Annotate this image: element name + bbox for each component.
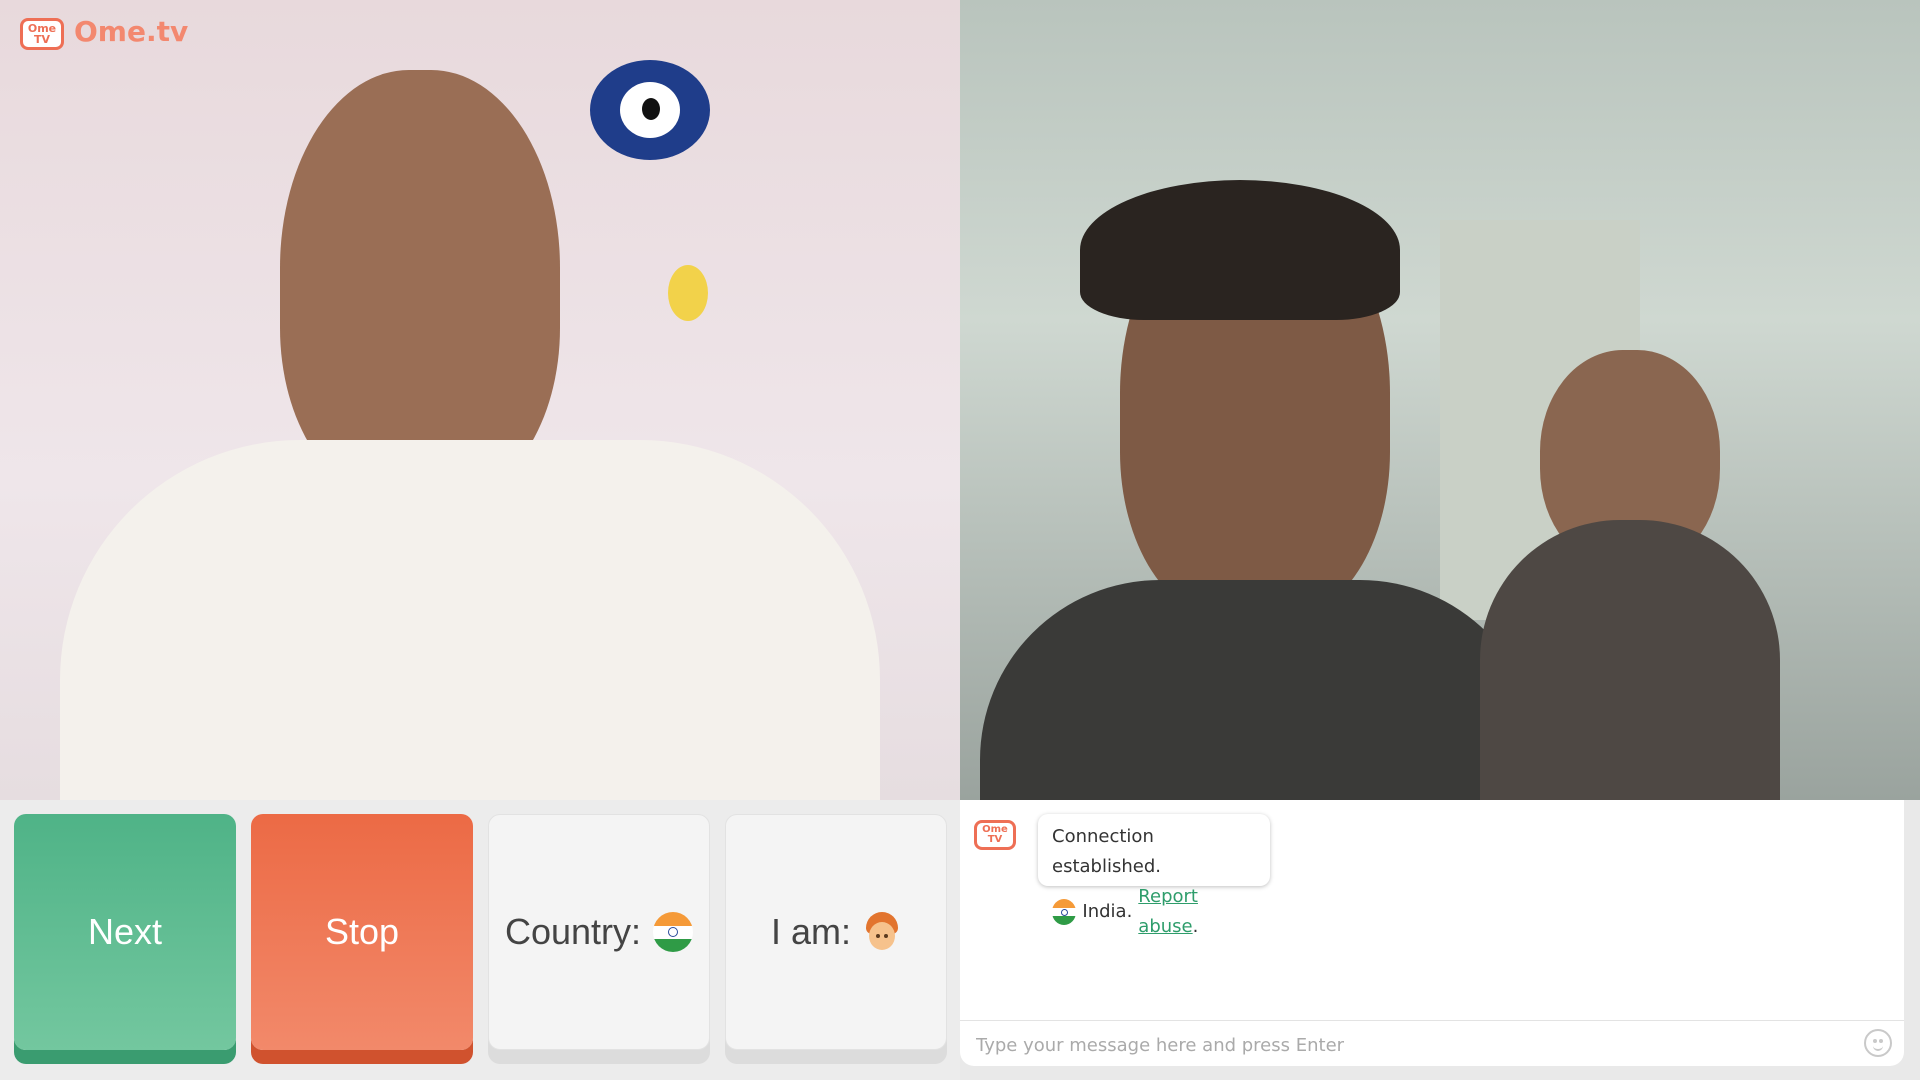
system-message: Connection established. India. Report abu… xyxy=(1038,814,1270,937)
chat-input-row xyxy=(960,1020,1904,1067)
ometv-logo[interactable]: Ome TV Ome.tv xyxy=(18,10,188,52)
local-person-shirt xyxy=(60,440,880,800)
country-selector[interactable]: Country: xyxy=(488,814,710,1050)
report-period: . xyxy=(1192,916,1199,937)
message-input[interactable] xyxy=(974,1029,1818,1061)
next-button[interactable]: Next xyxy=(14,814,236,1050)
remote-video xyxy=(960,0,1920,800)
control-bar: Next Stop Country: I am: xyxy=(0,800,960,1080)
local-person-head xyxy=(280,70,560,500)
partner-country: India. xyxy=(1082,901,1133,922)
india-flag-icon xyxy=(653,912,694,952)
second-person-hoodie xyxy=(1480,520,1780,800)
report-abuse-link[interactable]: Report abuse xyxy=(1138,886,1198,937)
stop-label: Stop xyxy=(324,911,400,952)
logo-text: Ome.tv xyxy=(74,14,189,48)
ometv-app: Ome TV Ome.tv Next Stop Country: I am: O… xyxy=(0,0,1920,1080)
bulb-doodle xyxy=(668,265,708,321)
stop-button[interactable]: Stop xyxy=(251,814,473,1050)
country-label: Country: xyxy=(504,911,642,952)
evil-eye-pupil xyxy=(642,98,660,120)
iam-label: I am: xyxy=(770,911,851,952)
remote-person-shirt xyxy=(980,580,1540,800)
connection-status: Connection established. xyxy=(1052,826,1161,877)
ometv-avatar-icon: Ome TV xyxy=(974,816,1018,852)
smiley-icon[interactable] xyxy=(1864,1029,1892,1057)
tv-logo-icon: Ome TV xyxy=(18,10,68,52)
next-label: Next xyxy=(87,911,163,952)
partner-country-row: India. Report abuse. xyxy=(1052,882,1256,942)
chat-log: Ome TV Connection established. India. Repo… xyxy=(960,800,1904,1020)
local-video: Ome TV Ome.tv xyxy=(0,0,960,800)
gender-selector[interactable]: I am: xyxy=(725,814,947,1050)
boy-icon xyxy=(863,912,901,952)
india-flag-icon xyxy=(1052,899,1077,925)
remote-person-hair xyxy=(1080,180,1400,320)
chat-panel: Ome TV Connection established. India. Repo… xyxy=(960,800,1904,1066)
